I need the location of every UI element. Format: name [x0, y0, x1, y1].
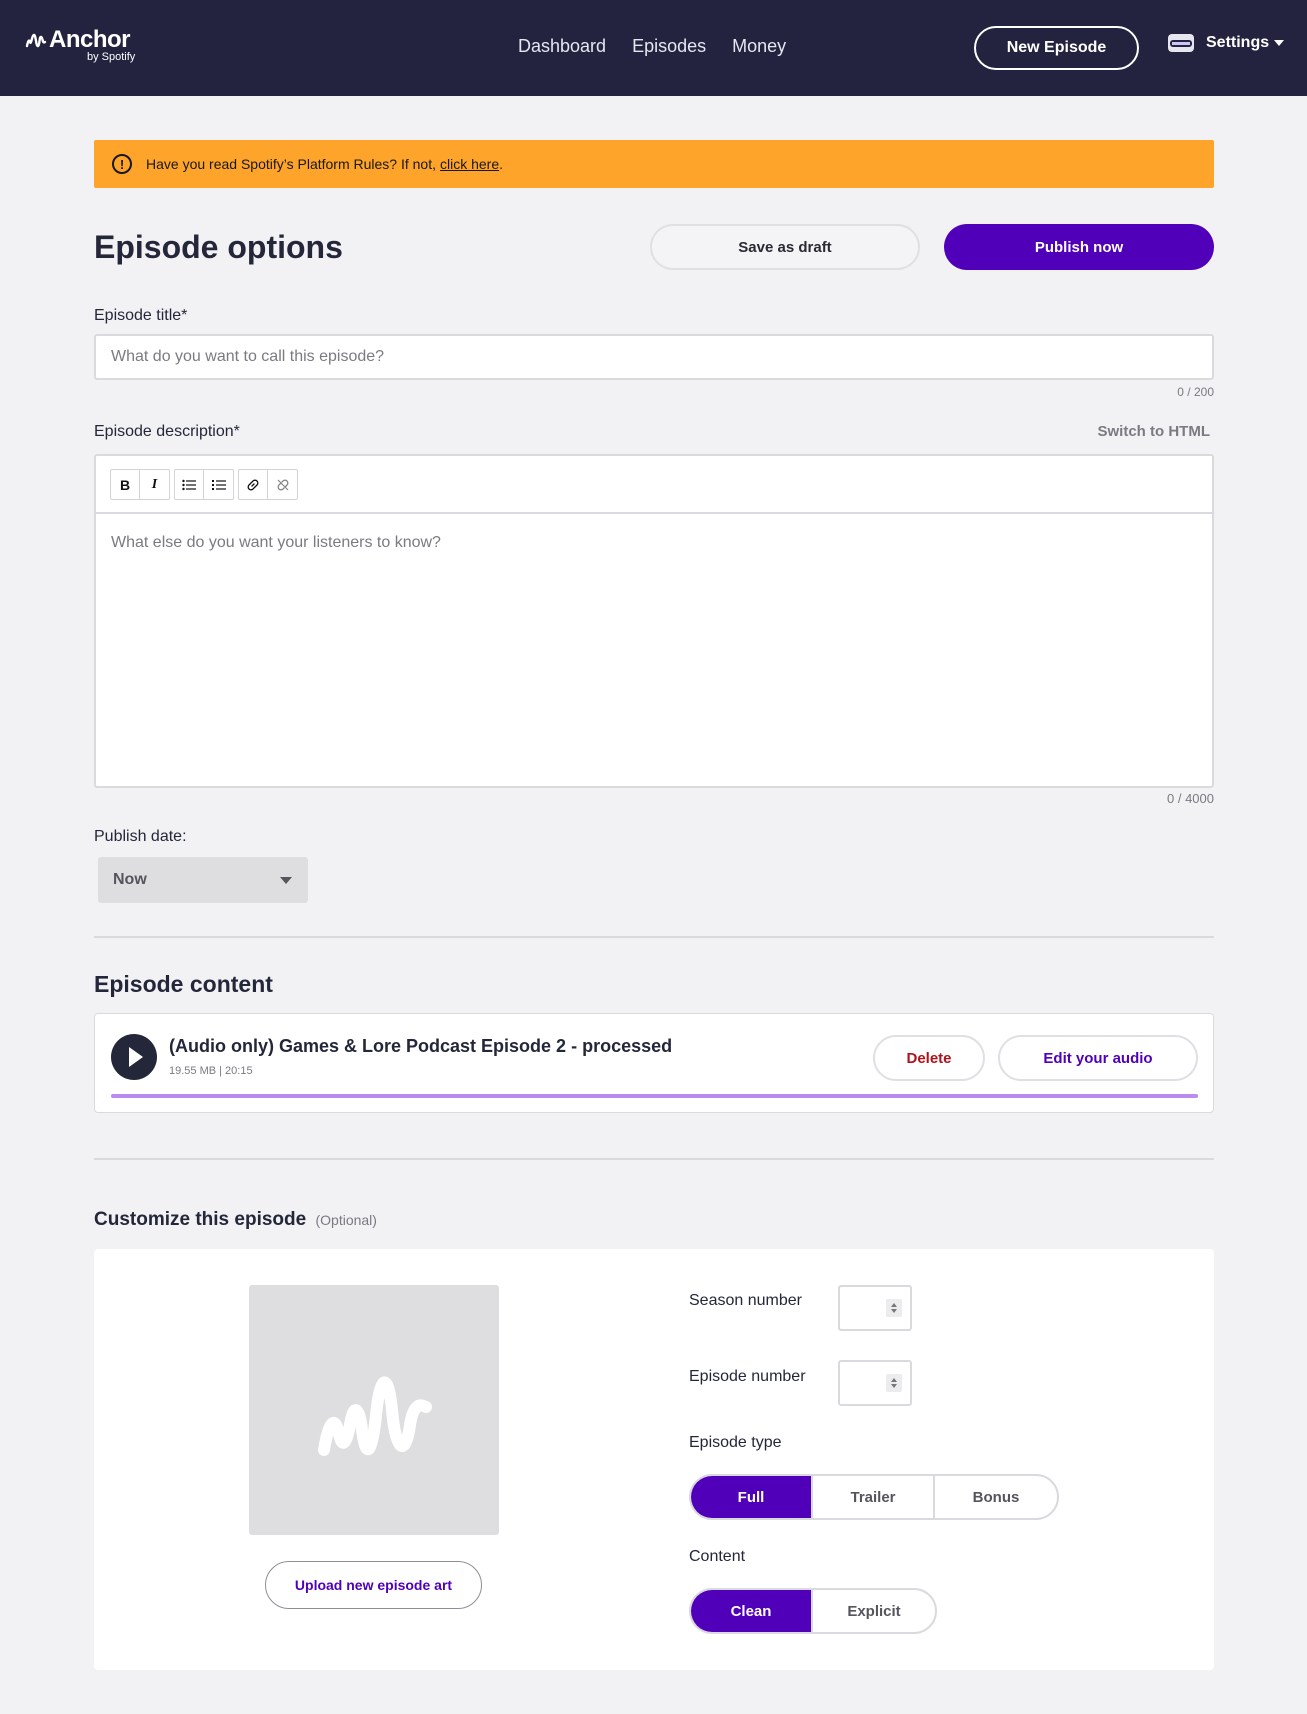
- publish-date-label: Publish date:: [94, 828, 187, 845]
- episode-description-label: Episode description*: [94, 423, 240, 440]
- publish-now-button[interactable]: Publish now: [944, 224, 1214, 270]
- italic-icon[interactable]: I: [140, 470, 169, 499]
- title-counter: 0 / 200: [1177, 385, 1214, 399]
- season-number-label: Season number: [689, 1292, 802, 1309]
- episode-content-title: Episode content: [94, 971, 273, 997]
- publish-date-select[interactable]: Now: [98, 857, 308, 903]
- edit-audio-button[interactable]: Edit your audio: [998, 1035, 1198, 1081]
- type-full-button[interactable]: Full: [691, 1476, 813, 1518]
- content-explicit-button[interactable]: Explicit: [813, 1590, 935, 1632]
- switch-to-html-link[interactable]: Switch to HTML: [1060, 423, 1211, 440]
- nav-episodes[interactable]: Episodes: [632, 36, 706, 57]
- episode-number-input[interactable]: [838, 1360, 912, 1406]
- anchor-logo[interactable]: Anchor by Spotify: [25, 26, 135, 63]
- bullet-list-icon[interactable]: [175, 470, 204, 499]
- audio-progress-bar: [111, 1094, 1198, 1098]
- audio-card: (Audio only) Games & Lore Podcast Episod…: [94, 1013, 1214, 1113]
- description-textarea[interactable]: What else do you want your listeners to …: [96, 514, 1212, 572]
- numbered-list-icon[interactable]: [204, 470, 233, 499]
- alert-text: Have you read Spotify’s Platform Rules? …: [146, 156, 436, 172]
- platform-rules-alert: ! Have you read Spotify’s Platform Rules…: [94, 140, 1214, 188]
- episode-type-label: Episode type: [689, 1434, 782, 1451]
- bold-icon[interactable]: B: [111, 470, 140, 499]
- episode-number-label: Episode number: [689, 1368, 806, 1385]
- episode-title-label: Episode title*: [94, 307, 188, 324]
- nav-dashboard[interactable]: Dashboard: [518, 36, 606, 57]
- number-stepper-icon[interactable]: [886, 1299, 902, 1317]
- episode-type-toggle: Full Trailer Bonus: [689, 1474, 1059, 1520]
- top-nav: Anchor by Spotify Dashboard Episodes Mon…: [0, 0, 1307, 96]
- format-group: B I: [110, 469, 170, 500]
- unlink-icon[interactable]: [268, 470, 297, 499]
- settings-label: Settings: [1206, 34, 1270, 51]
- content-rating-label: Content: [689, 1548, 746, 1565]
- episode-title-input[interactable]: [94, 334, 1214, 380]
- customize-title: Customize this episode (Optional): [94, 1209, 377, 1231]
- exclamation-icon: !: [112, 154, 132, 174]
- caret-down-icon: [280, 877, 292, 884]
- logo-text: Anchor: [49, 26, 131, 53]
- page-title: Episode options: [94, 229, 343, 265]
- content-clean-button[interactable]: Clean: [691, 1590, 813, 1632]
- section-divider: [94, 1158, 1214, 1160]
- link-group: [238, 469, 298, 500]
- alert-suffix: .: [499, 156, 504, 172]
- play-icon[interactable]: [111, 1034, 157, 1080]
- editor-toolbar: B I: [96, 456, 1212, 514]
- episode-art-placeholder: [249, 1285, 499, 1535]
- content-rating-toggle: Clean Explicit: [689, 1588, 937, 1634]
- audio-meta: 19.55 MB | 20:15: [169, 1065, 253, 1077]
- new-episode-button[interactable]: New Episode: [974, 26, 1139, 70]
- description-editor: B I What else do you want your listeners…: [94, 454, 1214, 788]
- delete-audio-button[interactable]: Delete: [873, 1035, 985, 1081]
- link-icon[interactable]: [239, 470, 268, 499]
- nav-money[interactable]: Money: [732, 36, 786, 57]
- save-draft-button[interactable]: Save as draft: [650, 224, 920, 270]
- audio-progress-fill: [111, 1094, 1198, 1098]
- publish-date-value: Now: [113, 871, 147, 888]
- settings-menu[interactable]: Settings: [1168, 34, 1285, 52]
- customize-title-text: Customize this episode: [94, 1209, 307, 1230]
- list-group: [174, 469, 234, 500]
- caret-down-icon: [1274, 40, 1285, 46]
- anchor-wave-icon: [25, 33, 47, 48]
- avatar: [1168, 34, 1194, 52]
- anchor-wave-icon: [318, 1376, 432, 1456]
- season-number-input[interactable]: [838, 1285, 912, 1331]
- audio-title: (Audio only) Games & Lore Podcast Episod…: [169, 1036, 673, 1056]
- description-counter: 0 / 4000: [1167, 791, 1214, 806]
- optional-label: (Optional): [315, 1212, 377, 1228]
- number-stepper-icon[interactable]: [886, 1374, 902, 1392]
- section-divider: [94, 936, 1214, 938]
- type-trailer-button[interactable]: Trailer: [813, 1476, 935, 1518]
- customize-panel: Upload new episode art Season number Epi…: [94, 1249, 1214, 1670]
- main-nav: Dashboard Episodes Money: [518, 36, 786, 57]
- alert-link[interactable]: click here: [440, 156, 499, 172]
- logo-subtext: by Spotify: [87, 51, 136, 63]
- upload-episode-art-button[interactable]: Upload new episode art: [265, 1561, 482, 1609]
- type-bonus-button[interactable]: Bonus: [935, 1476, 1057, 1518]
